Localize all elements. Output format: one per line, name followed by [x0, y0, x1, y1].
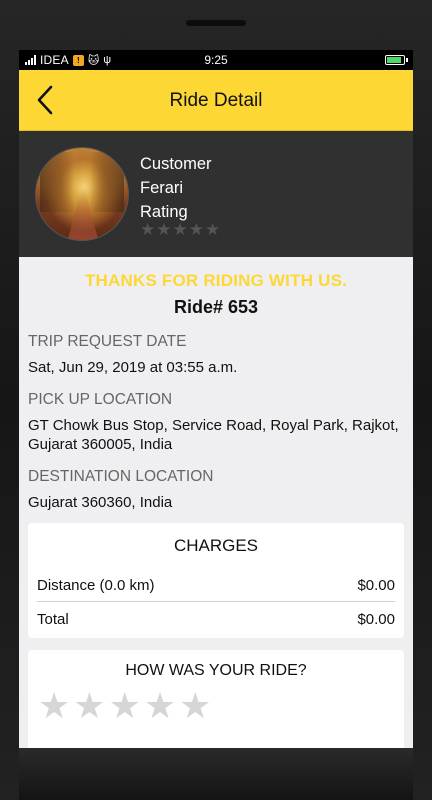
rate-star-4-icon[interactable]: ★: [144, 686, 176, 726]
star-icon: ★: [172, 220, 188, 239]
status-time: 9:25: [204, 53, 228, 67]
total-label: Total: [37, 611, 69, 628]
rate-star-5-icon[interactable]: ★: [179, 686, 211, 726]
thanks-message: THANKS FOR RIDING WITH US.: [84, 271, 348, 290]
charges-title: CHARGES: [173, 536, 259, 555]
avatar: [35, 147, 129, 241]
star-icon: ★: [140, 220, 156, 239]
page-title: Ride Detail: [169, 90, 263, 111]
status-bar: IDEA ! 🐱 ψ 9:25: [19, 50, 413, 70]
ride-number: Ride# 653: [173, 297, 259, 317]
charges-card: CHARGES Distance (0.0 km) $0.00 Total $0…: [28, 523, 404, 638]
feedback-card: HOW WAS YOUR RIDE? ★ ★ ★ ★ ★: [28, 650, 404, 748]
phone-speaker: [186, 20, 246, 26]
pickup-value: GT Chowk Bus Stop, Service Road, Royal P…: [28, 417, 399, 453]
trip-request-label: TRIP REQUEST DATE: [28, 333, 187, 350]
divider: [37, 601, 395, 602]
ride-rating-stars: ★ ★ ★ ★ ★: [38, 686, 211, 726]
profile-text: Customer Ferari Rating: [140, 152, 212, 224]
screen: IDEA ! 🐱 ψ 9:25 Ride Detail Customer Fer…: [19, 50, 413, 748]
battery-fill: [387, 57, 401, 63]
profile-role: Customer: [140, 155, 212, 173]
phone-bottom-bezel: [19, 748, 413, 800]
pickup-label: PICK UP LOCATION: [28, 391, 173, 408]
rate-star-2-icon[interactable]: ★: [73, 686, 105, 726]
destination-value: Gujarat 360360, India: [28, 494, 173, 511]
distance-label: Distance (0.0 km): [37, 577, 155, 594]
star-icon: ★: [205, 220, 221, 239]
rate-star-3-icon[interactable]: ★: [109, 686, 141, 726]
total-value: $0.00: [357, 611, 395, 628]
trip-request-value: Sat, Jun 29, 2019 at 03:55 a.m.: [28, 359, 238, 376]
star-icon: ★: [188, 220, 204, 239]
distance-value: $0.00: [357, 577, 395, 594]
rate-star-1-icon[interactable]: ★: [38, 686, 70, 726]
app-bar: Ride Detail: [19, 70, 413, 131]
star-icon: ★: [156, 220, 172, 239]
customer-rating-stars: ★ ★ ★ ★ ★: [140, 221, 220, 239]
destination-label: DESTINATION LOCATION: [28, 468, 214, 485]
profile-name: Ferari: [140, 179, 184, 197]
customer-profile: Customer Ferari Rating ★ ★ ★ ★ ★: [19, 131, 413, 257]
feedback-title: HOW WAS YOUR RIDE?: [125, 662, 307, 679]
battery-icon: [385, 55, 408, 65]
